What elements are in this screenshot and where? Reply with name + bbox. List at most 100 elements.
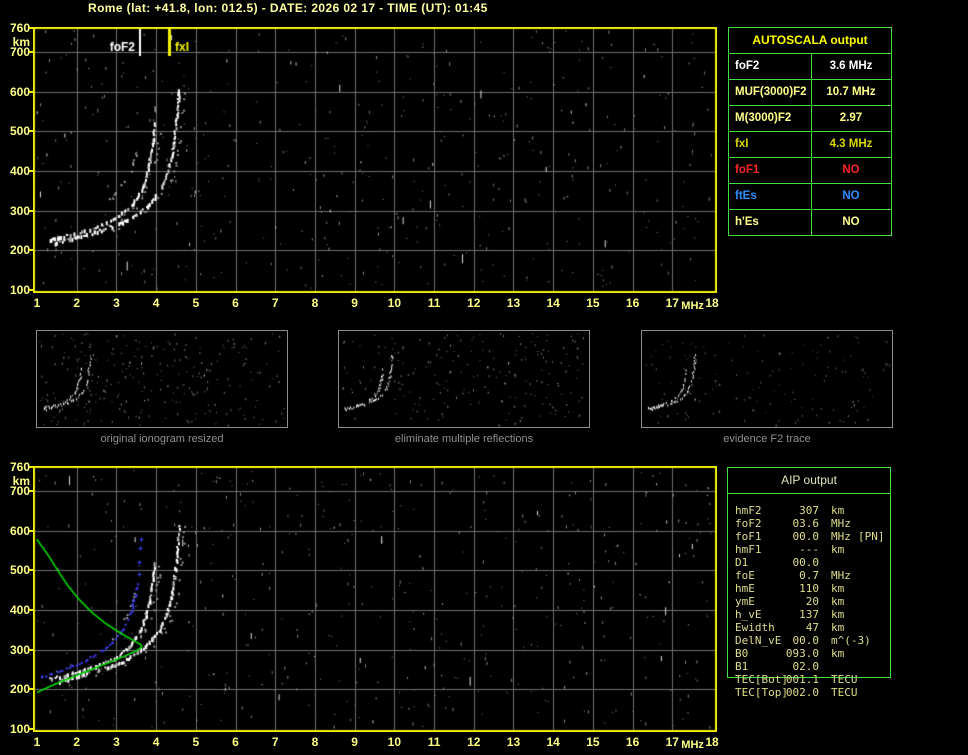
autoscala-row-muf3000f2: MUF(3000)F2 10.7 MHz xyxy=(729,80,891,106)
autoscala-row-value: 3.6 MHz xyxy=(829,60,873,72)
y-tick-label: 300 xyxy=(9,642,30,657)
aip-row-unit: km xyxy=(831,621,845,634)
aip-row-value: 002.0 xyxy=(785,686,819,699)
ionogram-plot-profile xyxy=(33,466,717,732)
x-tick-label: 2 xyxy=(73,735,81,749)
x-tick-label: 8 xyxy=(311,735,319,749)
x-tick-label: 6 xyxy=(232,735,239,749)
aip-row-label: hmE xyxy=(735,582,755,595)
x-tick-label: 2 xyxy=(73,296,81,310)
aip-row-label: D1 xyxy=(735,556,749,569)
aip-table-rows: hmF2 307 km foF2 03.6 MHz foF1 00.0 MHz [PN] hmF1 -… xyxy=(727,504,891,699)
page-title: Rome (lat: +41.8, lon: 012.5) - DATE: 20… xyxy=(88,1,488,15)
y-tick-mark xyxy=(29,169,33,172)
aip-row-value: 03.6 xyxy=(792,517,820,530)
aip-row-hme: hmE 110 km xyxy=(727,582,891,595)
thumbnail-caption-evidence: evidence F2 trace xyxy=(723,433,811,445)
aip-row-label: Ewidth xyxy=(735,621,775,634)
autoscala-row-value: 10.7 MHz xyxy=(826,86,876,98)
autoscala-row-value: NO xyxy=(842,190,860,202)
aip-row-label: foE xyxy=(735,569,755,582)
aip-row-label: foF1 xyxy=(735,530,762,543)
aip-row-value: 110 xyxy=(799,582,819,595)
aip-row-label: B0 xyxy=(735,647,749,660)
aip-row-delnve: DelN_vE 00.0 m^(-3) xyxy=(727,634,891,647)
x-tick-label: 9 xyxy=(351,735,358,749)
x-tick-label: 4 xyxy=(152,296,160,310)
aip-row-value: 0.7 xyxy=(799,569,819,582)
y-tick-mark xyxy=(29,489,33,492)
x-tick-label: 13 xyxy=(506,296,521,310)
x-tick-label: 11 xyxy=(427,296,441,310)
y-tick-label: 100 xyxy=(9,283,30,297)
thumbnail-evidence-f2 xyxy=(641,330,893,428)
aip-row-label: hmF1 xyxy=(735,543,762,556)
y-tick-mark xyxy=(29,728,33,730)
aip-row-foe: foE 0.7 MHz xyxy=(727,569,891,582)
y-tick-mark xyxy=(29,569,33,572)
y-tick-label: 200 xyxy=(9,243,30,258)
x-tick-label: 7 xyxy=(271,296,279,310)
x-tick-label: 7 xyxy=(271,735,279,749)
aip-row-label: hmF2 xyxy=(735,504,762,517)
x-axis-unit-label: MHz xyxy=(681,739,704,751)
aip-row-unit: m^(-3) xyxy=(831,634,871,647)
aip-row-label: B1 xyxy=(735,660,749,673)
aip-row-unit: km xyxy=(831,647,845,660)
autoscala-row-hes: h'Es NO xyxy=(729,210,891,236)
aip-row-value: --- xyxy=(799,543,819,556)
y-tick-mark xyxy=(29,27,33,29)
aip-row-b1: B1 02.0 xyxy=(727,660,891,673)
autoscala-row-label: M(3000)F2 xyxy=(729,106,812,131)
autoscala-row-m3000f2: M(3000)F2 2.97 xyxy=(729,106,891,132)
x-tick-label: 10 xyxy=(387,296,402,310)
x-tick-label: 12 xyxy=(467,296,481,310)
y-tick-label: 600 xyxy=(9,523,30,538)
y-tick-mark xyxy=(29,249,33,252)
x-tick-label: 16 xyxy=(625,735,640,749)
aip-row-value: 093.0 xyxy=(785,647,819,660)
aip-row-value: 00.0 xyxy=(792,634,820,647)
y-tick-label: 760 xyxy=(9,21,30,35)
x-tick-label: 5 xyxy=(192,735,200,749)
autoscala-row-label: ftEs xyxy=(729,184,812,209)
x-tick-label: 13 xyxy=(506,735,521,749)
autoscala-row-value: 4.3 MHz xyxy=(829,138,873,150)
aip-row-tecbot: TEC[Bot] 001.1 TECU xyxy=(727,673,891,686)
aip-row-fof2: foF2 03.6 MHz xyxy=(727,517,891,530)
aip-row-unit: km xyxy=(831,543,845,556)
aip-row-unit: km xyxy=(831,608,845,621)
aip-row-yme: ymE 20 km xyxy=(727,595,891,608)
x-tick-label: 14 xyxy=(546,296,560,310)
thumbnail-canvas-reflections xyxy=(339,331,589,427)
y-tick-mark xyxy=(29,130,33,133)
aip-row-label: ymE xyxy=(735,595,755,608)
aip-row-note: [PN] xyxy=(858,530,885,543)
y-tick-label: 100 xyxy=(9,722,30,736)
autoscala-row-label: foF2 xyxy=(729,54,812,79)
x-tick-label: 9 xyxy=(351,296,358,310)
aip-row-value: 20 xyxy=(805,595,819,608)
thumbnail-caption-original: original ionogram resized xyxy=(100,433,224,445)
aip-row-unit: MHz xyxy=(831,517,851,530)
y-axis-unit-label: km xyxy=(12,474,30,488)
aip-row-unit: TECU xyxy=(831,673,858,686)
x-axis-unit-label: MHz xyxy=(681,300,704,312)
aip-row-value: 00.0 xyxy=(792,530,820,543)
x-tick-label: 5 xyxy=(192,296,200,310)
aip-row-tectop: TEC[Top] 002.0 TECU xyxy=(727,686,891,699)
y-tick-mark xyxy=(29,529,33,532)
x-tick-label: 1 xyxy=(33,735,41,749)
thumbnail-caption-reflections: eliminate multiple reflections xyxy=(394,433,534,445)
y-tick-mark xyxy=(29,608,33,611)
aip-row-value: 47 xyxy=(805,621,819,634)
y-tick-label: 300 xyxy=(9,203,30,218)
y-tick-mark xyxy=(29,466,33,468)
thumbnail-canvas-evidence xyxy=(642,331,892,427)
aip-row-d1: D1 00.0 xyxy=(727,556,891,569)
y-tick-label: 600 xyxy=(9,84,30,99)
x-tick-label: 6 xyxy=(232,296,239,310)
ionogram-plot-autoscala xyxy=(33,27,717,293)
autoscala-table-rows: foF2 3.6 MHz MUF(3000)F2 10.7 MHz M(3000)F2 2… xyxy=(729,54,891,236)
autoscala-row-label: foF1 xyxy=(729,158,812,183)
